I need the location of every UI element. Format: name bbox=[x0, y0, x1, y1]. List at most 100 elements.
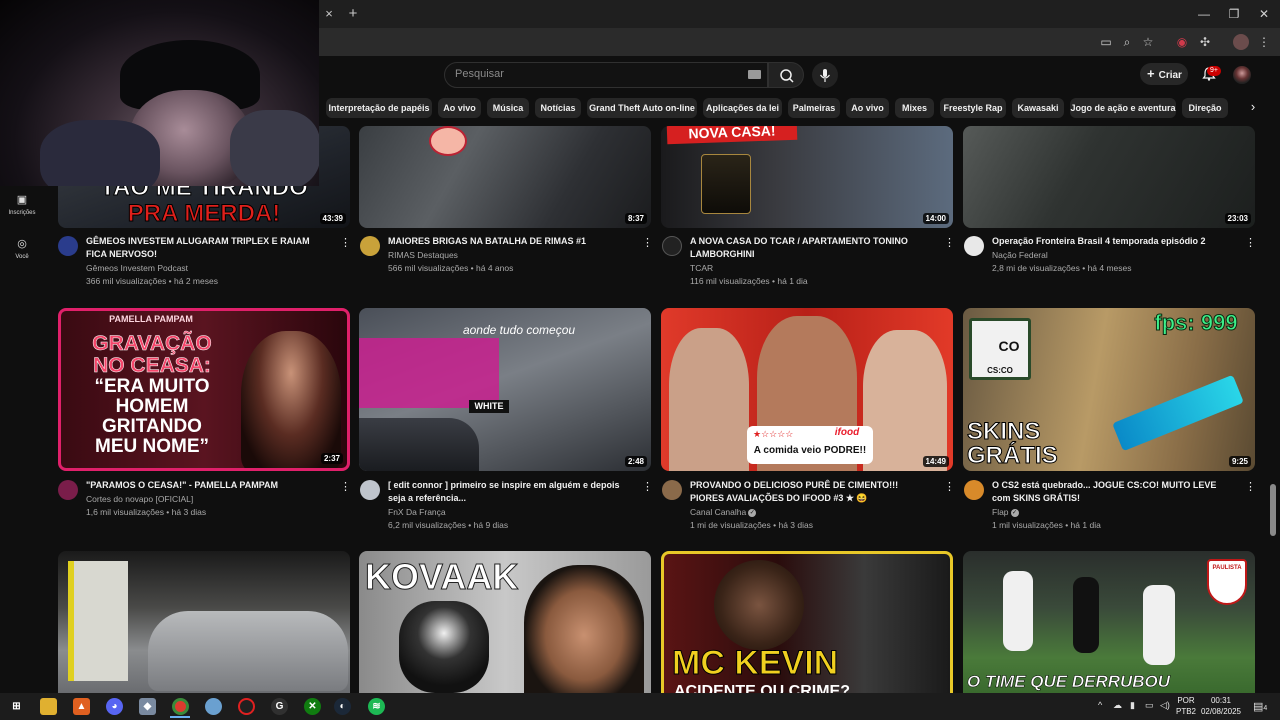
more-options-icon[interactable]: ⋮ bbox=[340, 236, 351, 250]
channel-name[interactable]: RIMAS Destaques bbox=[388, 249, 458, 262]
video-thumbnail[interactable]: KOVAAK bbox=[359, 551, 651, 693]
app-icon[interactable]: ▲ bbox=[73, 698, 90, 715]
app-icon[interactable] bbox=[205, 698, 222, 715]
video-title[interactable]: MAIORES BRIGAS NA BATALHA DE RIMAS #1 bbox=[388, 235, 628, 248]
extensions-puzzle-icon[interactable]: ✣ bbox=[1197, 34, 1213, 50]
video-thumbnail[interactable]: 8:37 bbox=[359, 126, 651, 228]
channel-name[interactable]: Flap ✓ bbox=[992, 506, 1019, 519]
input-language[interactable]: POR PTB2 bbox=[1175, 695, 1197, 717]
video-duration: 2:37 bbox=[320, 453, 343, 464]
voice-search-button[interactable] bbox=[812, 62, 838, 88]
bookmark-star-icon[interactable]: ☆ bbox=[1140, 34, 1156, 50]
discord-icon[interactable]: ◕ bbox=[106, 698, 123, 715]
search-button[interactable] bbox=[768, 62, 804, 88]
channel-avatar[interactable] bbox=[964, 480, 984, 500]
steam-icon[interactable]: ◐ bbox=[334, 698, 351, 715]
app-icon[interactable]: G bbox=[271, 698, 288, 715]
create-button[interactable]: + Criar bbox=[1140, 63, 1188, 85]
thumbnail-caption: PAMELLA PAMPAM bbox=[109, 314, 193, 324]
video-title[interactable]: A NOVA CASA DO TCAR / APARTAMENTO TONINO… bbox=[690, 235, 930, 261]
video-thumbnail[interactable]: PAULISTA O TIME QUE DERRUBOU bbox=[963, 551, 1255, 693]
sidebar-item-subscriptions[interactable]: ▣ Inscrições bbox=[0, 193, 44, 216]
channel-name[interactable]: Cortes do novapo [OFICIAL] bbox=[86, 493, 193, 506]
chrome-icon[interactable] bbox=[172, 698, 189, 715]
cast-icon[interactable]: ▭ bbox=[1098, 34, 1114, 50]
channel-name[interactable]: Gêmeos Investem Podcast bbox=[86, 262, 188, 275]
close-window-button[interactable]: ✕ bbox=[1252, 5, 1276, 23]
extension-icon[interactable]: ◉ bbox=[1174, 34, 1190, 50]
tab-close-icon[interactable]: × bbox=[321, 6, 337, 22]
notification-center-icon[interactable]: ▤4 bbox=[1253, 700, 1267, 713]
channel-avatar[interactable] bbox=[964, 236, 984, 256]
channel-name[interactable]: TCAR bbox=[690, 262, 713, 275]
obs-icon[interactable] bbox=[238, 698, 255, 715]
video-thumbnail[interactable] bbox=[58, 551, 350, 693]
zoom-icon[interactable]: ⌕ bbox=[1119, 34, 1135, 50]
spotify-icon[interactable]: ≋ bbox=[368, 698, 385, 715]
chip-roleplay[interactable]: Interpretação de papéis bbox=[326, 98, 432, 118]
more-options-icon[interactable]: ⋮ bbox=[1245, 236, 1256, 250]
more-options-icon[interactable]: ⋮ bbox=[642, 480, 653, 494]
chip-palmeiras[interactable]: Palmeiras bbox=[788, 98, 840, 118]
video-title[interactable]: "PARAMOS O CEASA!" - PAMELLA PAMPAM bbox=[86, 479, 326, 492]
sidebar-item-you[interactable]: ◎ Você bbox=[0, 237, 44, 260]
profile-avatar[interactable] bbox=[1233, 34, 1249, 50]
channel-avatar[interactable] bbox=[360, 236, 380, 256]
more-options-icon[interactable]: ⋮ bbox=[642, 236, 653, 250]
video-thumbnail[interactable]: ★☆☆☆☆ ifood A comida veio PODRE!! 14:49 bbox=[661, 308, 953, 471]
channel-avatar[interactable] bbox=[662, 480, 682, 500]
chip-live-2[interactable]: Ao vivo bbox=[846, 98, 889, 118]
browser-menu-icon[interactable]: ⋮ bbox=[1256, 34, 1272, 50]
chip-news[interactable]: Notícias bbox=[535, 98, 581, 118]
chip-live[interactable]: Ao vivo bbox=[438, 98, 481, 118]
video-thumbnail[interactable]: MC KEVIN ACIDENTE OU CRIME? bbox=[661, 551, 953, 693]
video-thumbnail[interactable]: NOVA CASA! 14:00 bbox=[661, 126, 953, 228]
video-thumbnail[interactable]: fps: 999 CO CS:CO SKINS GRÁTIS 9:25 bbox=[963, 308, 1255, 471]
more-options-icon[interactable]: ⋮ bbox=[1245, 480, 1256, 494]
video-thumbnail[interactable]: PAMELLA PAMPAM GRAVAÇÃO NO CEASA: “ERA M… bbox=[58, 308, 350, 471]
mic-tray-icon[interactable]: ▮ bbox=[1130, 700, 1135, 711]
channel-avatar[interactable] bbox=[58, 480, 78, 500]
account-avatar[interactable] bbox=[1233, 66, 1251, 84]
cloud-icon[interactable]: ☁ bbox=[1113, 700, 1122, 711]
system-clock[interactable]: 00:31 02/08/2025 bbox=[1199, 695, 1243, 717]
minimize-button[interactable]: — bbox=[1192, 5, 1216, 23]
chip-gta-online[interactable]: Grand Theft Auto on-line bbox=[587, 98, 697, 118]
new-tab-button[interactable]: + bbox=[344, 5, 362, 23]
more-options-icon[interactable]: ⋮ bbox=[340, 480, 351, 494]
video-title[interactable]: Operação Fronteira Brasil 4 temporada ep… bbox=[992, 235, 1232, 248]
network-icon[interactable]: ▭ bbox=[1145, 700, 1154, 711]
thumbnail-caption: WHITE bbox=[469, 400, 509, 413]
file-explorer-icon[interactable] bbox=[40, 698, 57, 715]
windows-start-icon[interactable]: ⊞ bbox=[8, 698, 25, 715]
chip-law-enforcement[interactable]: Aplicações da lei bbox=[703, 98, 782, 118]
channel-avatar[interactable] bbox=[360, 480, 380, 500]
chips-next-chevron-icon[interactable]: › bbox=[1242, 96, 1264, 118]
chip-mixes[interactable]: Mixes bbox=[895, 98, 934, 118]
video-title[interactable]: PROVANDO O DELICIOSO PURÊ DE CIMENTO!!! … bbox=[690, 479, 930, 505]
more-options-icon[interactable]: ⋮ bbox=[944, 236, 955, 250]
video-title[interactable]: GÊMEOS INVESTEM ALUGARAM TRIPLEX E RAIAM… bbox=[86, 235, 326, 261]
channel-avatar[interactable] bbox=[662, 236, 682, 256]
restore-button[interactable]: ❐ bbox=[1222, 5, 1246, 23]
shield-icon[interactable]: ◆ bbox=[139, 698, 156, 715]
volume-icon[interactable]: ◁) bbox=[1160, 700, 1170, 711]
keyboard-icon[interactable] bbox=[748, 70, 761, 79]
channel-name[interactable]: Nação Federal bbox=[992, 249, 1048, 262]
chip-music[interactable]: Música bbox=[487, 98, 529, 118]
video-title[interactable]: [ edit connor ] primeiro se inspire em a… bbox=[388, 479, 628, 505]
chip-freestyle-rap[interactable]: Freestyle Rap bbox=[940, 98, 1006, 118]
video-thumbnail[interactable]: aonde tudo começou WHITE 2:48 bbox=[359, 308, 651, 471]
channel-name[interactable]: Canal Canalha ✓ bbox=[690, 506, 757, 519]
channel-avatar[interactable] bbox=[58, 236, 78, 256]
channel-name[interactable]: FnX Da França bbox=[388, 506, 446, 519]
page-scrollbar[interactable] bbox=[1270, 484, 1276, 536]
chip-driving[interactable]: Direção bbox=[1182, 98, 1228, 118]
xbox-icon[interactable]: ✕ bbox=[304, 698, 321, 715]
video-thumbnail[interactable]: 23:03 bbox=[963, 126, 1255, 228]
tray-expand-icon[interactable]: ^ bbox=[1098, 700, 1102, 710]
more-options-icon[interactable]: ⋮ bbox=[944, 480, 955, 494]
video-title[interactable]: O CS2 está quebrado... JOGUE CS:CO! MUIT… bbox=[992, 479, 1232, 505]
chip-kawasaki[interactable]: Kawasaki bbox=[1012, 98, 1064, 118]
chip-action-adventure[interactable]: Jogo de ação e aventura bbox=[1070, 98, 1176, 118]
